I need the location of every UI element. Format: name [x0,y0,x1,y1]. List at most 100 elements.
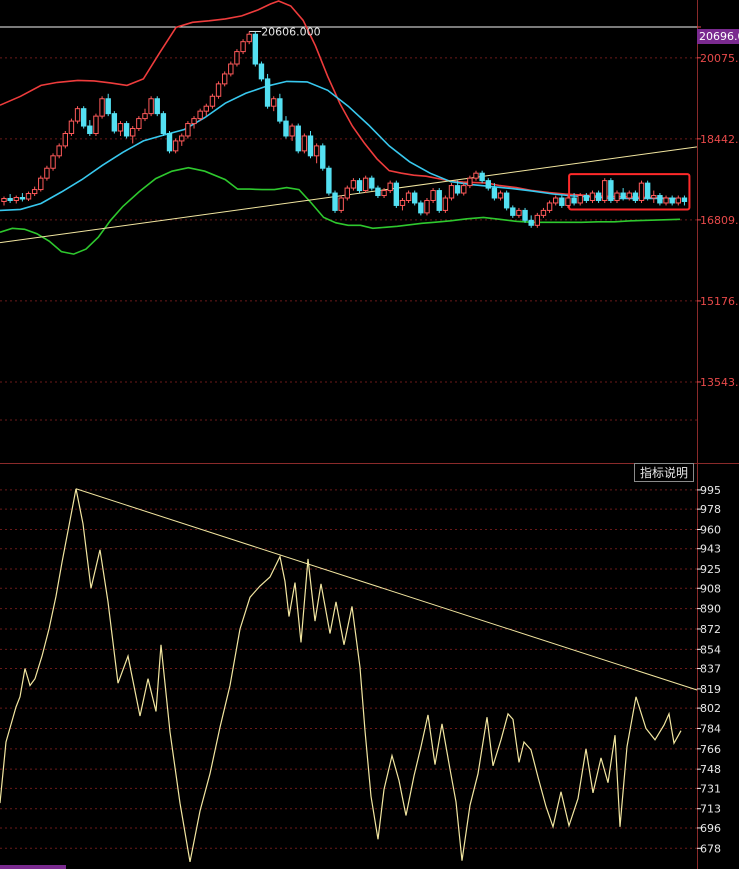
candle-body [172,140,179,152]
candle-body [105,98,111,115]
candle-body [301,135,308,152]
osc-tick-label: 837 [700,663,721,676]
candle-body [387,182,393,192]
price-tick-label: 15176. [700,295,739,308]
osc-tick-label: 890 [700,603,721,616]
candle-body [442,197,449,211]
candle-body [522,209,528,221]
candle-body [381,190,387,197]
osc-tick-label: 908 [700,582,721,595]
candle-body [424,199,430,214]
candle-body [197,110,203,120]
candle-body [74,108,81,122]
candle-body [614,192,620,201]
candle-body [31,189,38,195]
candle-body [540,209,547,216]
price-tick-label: 16809. [700,214,739,227]
candle-body [356,180,363,192]
candle-body [461,185,467,194]
candle-body [179,135,185,142]
candle-body [485,180,491,189]
candle-body [246,33,252,43]
candle-body [313,145,320,157]
candle-body [369,177,375,189]
candle-body [1,197,7,202]
candle-body [307,135,314,157]
candle-body [283,120,289,137]
candle-body [277,98,283,122]
candle-body [589,192,596,201]
candle-body [651,195,657,199]
oscillator-line [0,488,682,863]
candle-body [675,197,681,204]
candle-body [644,182,651,199]
candle-body [191,118,197,125]
candle-body [467,177,473,187]
candle-body [338,197,344,211]
candle-body [258,63,265,80]
osc-tick-label: 819 [700,683,721,696]
candle-body [209,95,216,107]
candle-body [111,113,118,132]
osc-tick-label: 766 [700,743,721,756]
candle-body [669,197,675,204]
candle-body [117,123,124,132]
candle-body [399,199,406,206]
candle-body [344,187,350,199]
candle-body [553,197,559,204]
candle-body [203,105,209,112]
candle-body [7,197,13,201]
candle-body [123,123,130,137]
candle-body [234,51,240,65]
candle-body [448,185,455,199]
candle-body [142,113,148,120]
candle-body [332,192,338,211]
osc-tick-label: 872 [700,623,721,636]
indicator-explanation-button[interactable]: 指标说明 [634,463,694,482]
candle-body [418,202,424,214]
candle-body [571,197,577,204]
candle-body [436,190,442,211]
candle-body [160,113,167,134]
candle-body [362,177,369,192]
candle-body [56,145,62,157]
candlestick-series [1,31,688,228]
candle-body [577,195,583,204]
price-axis: 20075. 18442. 16809. 15176. 13543. [697,26,739,389]
candle-body [632,192,639,201]
candle-body [479,172,485,182]
osc-tick-label: 978 [700,503,721,516]
price-overlays [0,0,698,255]
oscillator-series [0,488,698,863]
candle-body [289,125,295,137]
candle-body [608,180,614,201]
candle-body [454,185,461,194]
candle-body [93,115,99,134]
candle-body [320,145,326,169]
candle-body [626,192,632,199]
candle-body [215,83,222,97]
osc-tick-label: 925 [700,563,721,576]
candle-body [583,195,590,201]
current-price-tag: 20696.0 [697,29,739,44]
candle-body [136,118,142,130]
candle-body [221,73,228,85]
price-tick-label: 13543. [700,376,739,389]
oscillator-trendline [75,488,698,691]
candle-body [510,207,516,216]
candle-body [44,167,50,179]
candle-body [503,192,510,209]
candle-body [240,41,246,53]
osc-tick-label: 802 [700,702,721,715]
candle-body [264,78,271,107]
candle-body [252,33,259,65]
osc-tick-label: 854 [700,643,721,656]
candle-body [412,192,418,204]
candle-body [99,98,105,117]
bottom-scroll-bar[interactable] [0,865,66,869]
osc-tick-label: 995 [700,484,721,497]
candle-body [228,63,234,75]
osc-tick-label: 943 [700,543,721,556]
candle-body [166,132,173,152]
candle-body [559,197,565,206]
